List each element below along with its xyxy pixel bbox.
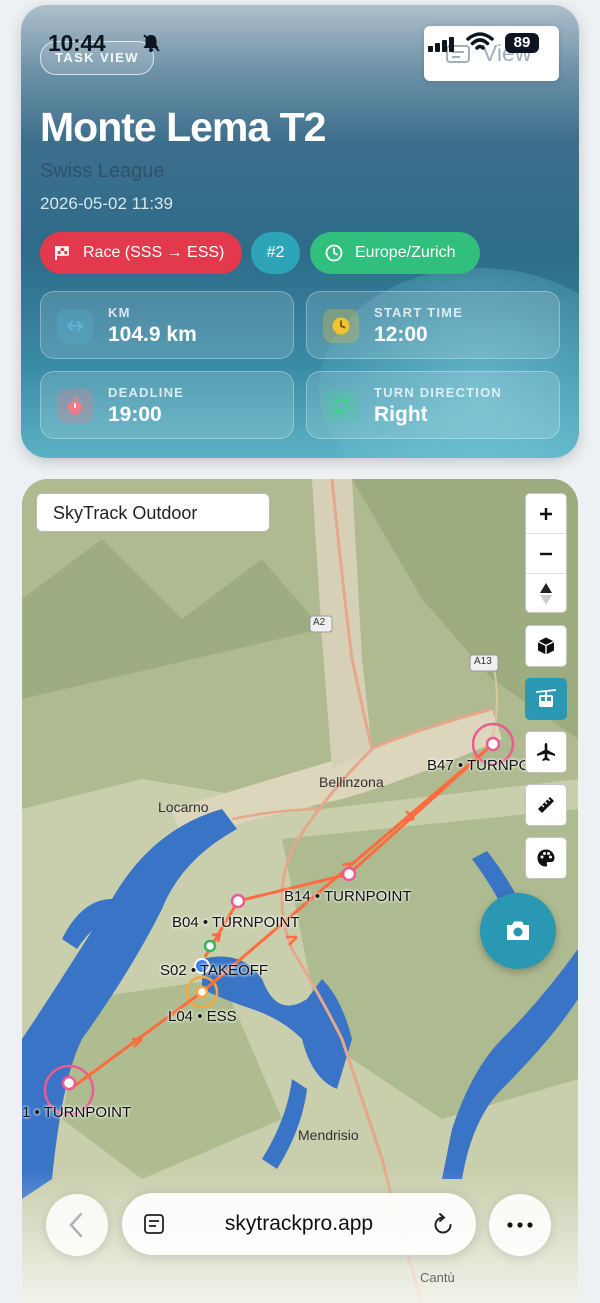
task-map[interactable]: Bellinzona Locarno Mendrisio Cantù A2 A1… xyxy=(22,479,578,1303)
place-label-locarno: Locarno xyxy=(158,799,209,815)
chevron-left-icon xyxy=(69,1212,83,1238)
airspace-layer-button[interactable] xyxy=(525,731,567,773)
race-type-label: Race (SSS → ESS) xyxy=(83,244,225,261)
road-label-a13: A13 xyxy=(474,656,492,667)
measure-button[interactable] xyxy=(525,784,567,826)
place-label-cantu: Cantù xyxy=(420,1270,455,1285)
camera-icon xyxy=(507,921,529,940)
clock-icon xyxy=(325,244,343,262)
map-source-selector[interactable]: SkyTrack Outdoor xyxy=(36,493,270,532)
stat-caption: TURN DIRECTION xyxy=(374,385,503,400)
place-label-bellinzona: Bellinzona xyxy=(319,774,384,790)
ellipsis-icon xyxy=(507,1222,533,1228)
stat-deadline: DEADLINE 19:00 xyxy=(40,371,294,439)
task-number-chip[interactable]: #2 xyxy=(251,232,300,274)
browser-back-button[interactable] xyxy=(46,1194,108,1256)
task-title: Monte Lema T2 xyxy=(40,104,326,150)
stat-value: Right xyxy=(374,403,428,426)
camera-button[interactable] xyxy=(480,893,556,969)
browser-more-button[interactable] xyxy=(489,1194,551,1256)
stat-caption: START TIME xyxy=(374,305,464,320)
road-label-a2: A2 xyxy=(313,617,326,628)
battery-indicator: 89 xyxy=(505,33,539,53)
url-text: skytrackpro.app xyxy=(224,1212,374,1235)
zoom-out-button[interactable] xyxy=(526,534,566,574)
distance-icon-box xyxy=(57,309,93,343)
deadline-icon-box xyxy=(57,389,93,423)
stat-turn-direction: TURN DIRECTION Right xyxy=(306,371,560,439)
cable-car-icon xyxy=(535,689,557,707)
stat-value: 104.9 km xyxy=(108,323,197,346)
place-label-mendrisio: Mendrisio xyxy=(298,1127,359,1143)
3d-view-button[interactable] xyxy=(525,625,567,667)
rotate-icon xyxy=(333,397,349,415)
race-type-chip[interactable]: Race (SSS → ESS) xyxy=(40,232,242,274)
cable-car-layer-button[interactable] xyxy=(525,678,567,720)
checkered-flag-icon xyxy=(55,246,69,260)
waypoint-label-s02[interactable]: S02 • TAKEOFF xyxy=(160,962,268,979)
arrows-horizontal-icon xyxy=(66,320,84,332)
waypoint-label-l04[interactable]: L04 • ESS xyxy=(168,1008,237,1025)
cellular-signal-icon xyxy=(428,34,456,52)
task-datetime: 2026-05-02 11:39 xyxy=(40,194,173,213)
wifi-icon xyxy=(466,32,494,50)
stat-start-time: START TIME 12:00 xyxy=(306,291,560,359)
cube-icon xyxy=(537,637,555,655)
ruler-icon xyxy=(538,797,554,813)
reload-icon[interactable] xyxy=(432,1212,454,1236)
timezone-label: Europe/Zurich xyxy=(355,244,456,261)
league-subtitle: Swiss League xyxy=(40,160,165,182)
bell-muted-icon xyxy=(143,34,160,52)
clock-icon xyxy=(332,317,350,335)
start-time-icon-box xyxy=(323,309,359,343)
zoom-controls xyxy=(525,493,567,613)
compass-button[interactable] xyxy=(526,574,566,613)
stat-caption: KM xyxy=(108,305,131,320)
palette-icon xyxy=(537,849,555,867)
timezone-chip[interactable]: Europe/Zurich xyxy=(310,232,480,274)
waypoint-label-b04[interactable]: B04 • TURNPOINT xyxy=(172,914,300,931)
zoom-in-button[interactable] xyxy=(526,494,566,534)
stat-caption: DEADLINE xyxy=(108,385,185,400)
turn-direction-icon-box xyxy=(323,389,359,423)
status-time: 10:44 xyxy=(48,30,106,56)
airplane-icon xyxy=(537,743,555,761)
waypoint-label-b14[interactable]: B14 • TURNPOINT xyxy=(284,888,412,905)
map-style-button[interactable] xyxy=(525,837,567,879)
stat-value: 12:00 xyxy=(374,323,428,346)
stopwatch-icon xyxy=(68,397,82,415)
browser-address-bar[interactable]: skytrackpro.app xyxy=(122,1193,476,1255)
stat-value: 19:00 xyxy=(108,403,162,426)
waypoint-label-t01[interactable]: 1 • TURNPOINT xyxy=(22,1104,131,1121)
plus-icon xyxy=(540,507,552,520)
minus-icon xyxy=(540,552,552,555)
compass-icon xyxy=(540,582,552,605)
stat-distance: KM 104.9 km xyxy=(40,291,294,359)
